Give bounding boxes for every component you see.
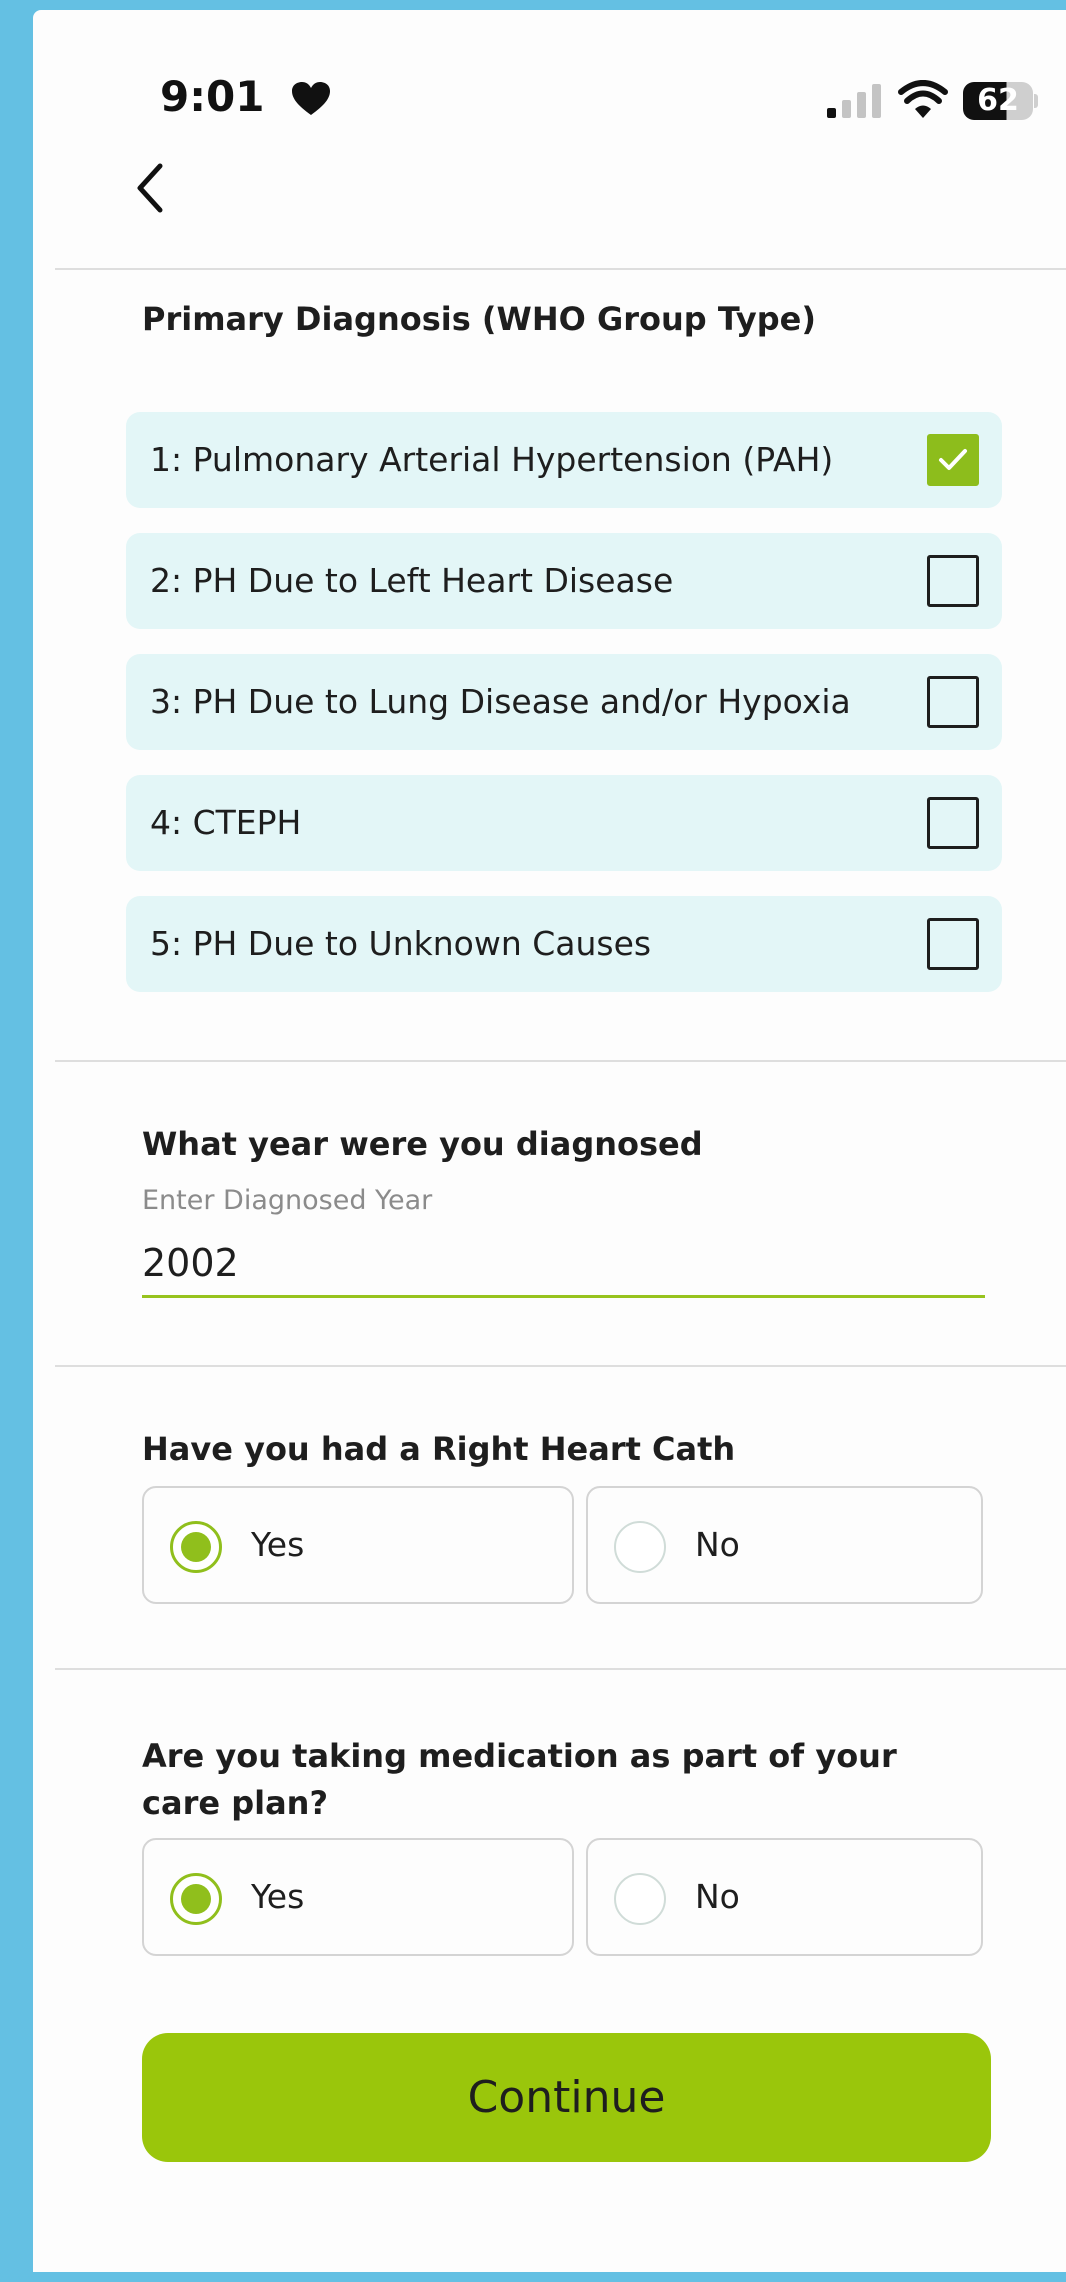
- option-label: 5: PH Due to Unknown Causes: [150, 924, 652, 963]
- checkbox[interactable]: [927, 797, 979, 849]
- radio-label: Yes: [251, 1877, 305, 1916]
- heart-cath-yes-option[interactable]: Yes: [142, 1486, 574, 1604]
- radio-unselected[interactable]: [614, 1873, 666, 1925]
- wifi-icon: [898, 80, 948, 118]
- signal-icon: [827, 84, 881, 118]
- diagnosis-option-unknown[interactable]: 5: PH Due to Unknown Causes: [126, 896, 1002, 992]
- checkbox-checked[interactable]: [927, 434, 979, 486]
- battery-indicator: 62: [963, 82, 1038, 120]
- radio-label: No: [695, 1877, 740, 1916]
- radio-label: No: [695, 1525, 740, 1564]
- diagnosis-option-cteph[interactable]: 4: CTEPH: [126, 775, 1002, 871]
- medication-yes-option[interactable]: Yes: [142, 1838, 574, 1956]
- radio-label: Yes: [251, 1525, 305, 1564]
- divider: [55, 1365, 1066, 1367]
- check-icon: [939, 449, 967, 470]
- radio-unselected[interactable]: [614, 1521, 666, 1573]
- radio-selected[interactable]: [170, 1873, 222, 1925]
- divider: [55, 1060, 1066, 1062]
- diagnosed-year-input[interactable]: [142, 1230, 985, 1298]
- battery-level: 62: [977, 83, 1019, 118]
- heart-cath-section-title: Have you had a Right Heart Cath: [142, 1430, 736, 1468]
- continue-button[interactable]: Continue: [142, 2033, 991, 2162]
- divider: [55, 268, 1066, 270]
- diagnosis-section-title: Primary Diagnosis (WHO Group Type): [142, 300, 816, 338]
- year-section-title: What year were you diagnosed: [142, 1125, 703, 1163]
- status-time: 9:01: [160, 72, 265, 121]
- divider: [55, 1668, 1066, 1670]
- heart-cath-no-option[interactable]: No: [586, 1486, 983, 1604]
- checkbox[interactable]: [927, 918, 979, 970]
- option-label: 2: PH Due to Left Heart Disease: [150, 561, 674, 600]
- medication-section-title: Are you taking medication as part of you…: [142, 1737, 897, 1822]
- diagnosis-option-pah[interactable]: 1: Pulmonary Arterial Hypertension (PAH): [126, 412, 1002, 508]
- radio-selected[interactable]: [170, 1521, 222, 1573]
- app-screen: 9:01 62 Primary Diagnosis (WHO Group Typ…: [33, 10, 1066, 2272]
- year-field-label: Enter Diagnosed Year: [142, 1185, 433, 1216]
- checkbox[interactable]: [927, 676, 979, 728]
- back-arrow-icon[interactable]: [130, 160, 170, 216]
- checkbox[interactable]: [927, 555, 979, 607]
- heart-icon: [292, 82, 330, 115]
- diagnosis-option-lung-disease[interactable]: 3: PH Due to Lung Disease and/or Hypoxia: [126, 654, 1002, 750]
- option-label: 3: PH Due to Lung Disease and/or Hypoxia: [150, 682, 851, 721]
- option-label: 1: Pulmonary Arterial Hypertension (PAH): [150, 440, 834, 479]
- option-label: 4: CTEPH: [150, 803, 302, 842]
- medication-no-option[interactable]: No: [586, 1838, 983, 1956]
- diagnosis-option-left-heart[interactable]: 2: PH Due to Left Heart Disease: [126, 533, 1002, 629]
